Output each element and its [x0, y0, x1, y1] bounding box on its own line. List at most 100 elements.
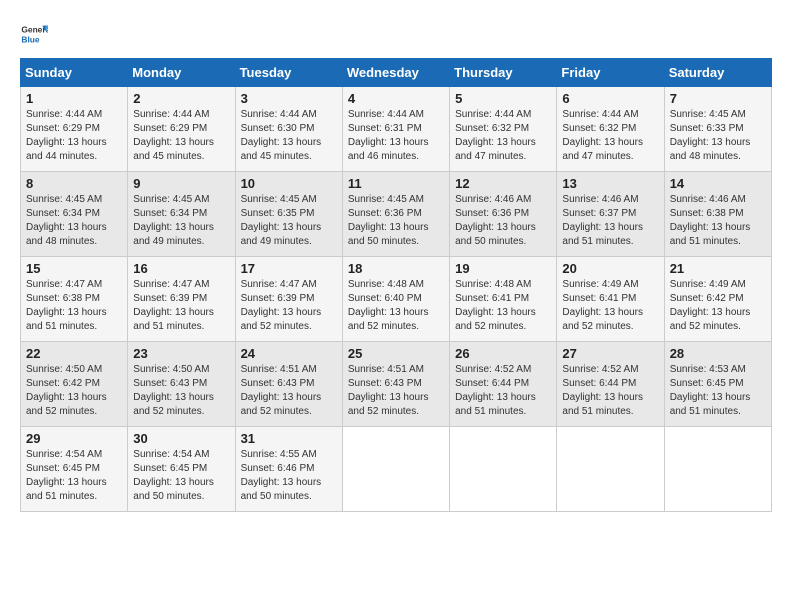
- day-detail: Sunrise: 4:44 AMSunset: 6:31 PMDaylight:…: [348, 108, 444, 164]
- day-detail: Sunrise: 4:46 AMSunset: 6:37 PMDaylight:…: [562, 193, 658, 249]
- week-row-5: 29Sunrise: 4:54 AMSunset: 6:45 PMDayligh…: [21, 427, 772, 512]
- day-detail: Sunrise: 4:51 AMSunset: 6:43 PMDaylight:…: [348, 363, 444, 419]
- day-cell: 6 Sunrise: 4:44 AMSunset: 6:32 PMDaylight…: [557, 87, 664, 172]
- day-cell: 11 Sunrise: 4:45 AMSunset: 6:36 PMDayligh…: [342, 172, 449, 257]
- page-header: General Blue: [20, 20, 772, 48]
- day-cell: 31 Sunrise: 4:55 AMSunset: 6:46 PMDayligh…: [235, 427, 342, 512]
- day-detail: Sunrise: 4:52 AMSunset: 6:44 PMDaylight:…: [562, 363, 658, 419]
- day-number: 11: [348, 176, 444, 191]
- week-row-3: 15 Sunrise: 4:47 AMSunset: 6:38 PMDayligh…: [21, 257, 772, 342]
- day-number: 8: [26, 176, 122, 191]
- day-detail: Sunrise: 4:49 AMSunset: 6:41 PMDaylight:…: [562, 278, 658, 334]
- day-cell: 30 Sunrise: 4:54 AMSunset: 6:45 PMDayligh…: [128, 427, 235, 512]
- day-detail: Sunrise: 4:45 AMSunset: 6:33 PMDaylight:…: [670, 108, 766, 164]
- day-number: 7: [670, 91, 766, 106]
- day-detail: Sunrise: 4:48 AMSunset: 6:41 PMDaylight:…: [455, 278, 551, 334]
- day-cell: 14 Sunrise: 4:46 AMSunset: 6:38 PMDayligh…: [664, 172, 771, 257]
- day-detail: Sunrise: 4:53 AMSunset: 6:45 PMDaylight:…: [670, 363, 766, 419]
- day-number: 18: [348, 261, 444, 276]
- day-cell: 15 Sunrise: 4:47 AMSunset: 6:38 PMDayligh…: [21, 257, 128, 342]
- day-detail: Sunrise: 4:55 AMSunset: 6:46 PMDaylight:…: [241, 448, 337, 504]
- day-detail: Sunrise: 4:49 AMSunset: 6:42 PMDaylight:…: [670, 278, 766, 334]
- day-number: 4: [348, 91, 444, 106]
- day-cell: 23 Sunrise: 4:50 AMSunset: 6:43 PMDayligh…: [128, 342, 235, 427]
- week-row-1: 1Sunrise: 4:44 AMSunset: 6:29 PMDaylight…: [21, 87, 772, 172]
- day-detail: Sunrise: 4:45 AMSunset: 6:34 PMDaylight:…: [26, 193, 122, 249]
- day-detail: Sunrise: 4:54 AMSunset: 6:45 PMDaylight:…: [26, 448, 122, 504]
- day-detail: Sunrise: 4:48 AMSunset: 6:40 PMDaylight:…: [348, 278, 444, 334]
- day-cell: 17 Sunrise: 4:47 AMSunset: 6:39 PMDayligh…: [235, 257, 342, 342]
- header-cell-tuesday: Tuesday: [235, 59, 342, 87]
- day-number: 19: [455, 261, 551, 276]
- day-detail: Sunrise: 4:50 AMSunset: 6:42 PMDaylight:…: [26, 363, 122, 419]
- day-cell: 27 Sunrise: 4:52 AMSunset: 6:44 PMDayligh…: [557, 342, 664, 427]
- day-cell: 1Sunrise: 4:44 AMSunset: 6:29 PMDaylight…: [21, 87, 128, 172]
- day-cell: 4 Sunrise: 4:44 AMSunset: 6:31 PMDaylight…: [342, 87, 449, 172]
- day-cell: 9 Sunrise: 4:45 AMSunset: 6:34 PMDaylight…: [128, 172, 235, 257]
- day-number: 6: [562, 91, 658, 106]
- day-detail: Sunrise: 4:45 AMSunset: 6:34 PMDaylight:…: [133, 193, 229, 249]
- day-number: 20: [562, 261, 658, 276]
- day-number: 22: [26, 346, 122, 361]
- day-cell: [450, 427, 557, 512]
- week-row-4: 22 Sunrise: 4:50 AMSunset: 6:42 PMDayligh…: [21, 342, 772, 427]
- day-detail: Sunrise: 4:45 AMSunset: 6:35 PMDaylight:…: [241, 193, 337, 249]
- day-detail: Sunrise: 4:44 AMSunset: 6:29 PMDaylight:…: [133, 108, 229, 164]
- day-number: 14: [670, 176, 766, 191]
- day-detail: Sunrise: 4:50 AMSunset: 6:43 PMDaylight:…: [133, 363, 229, 419]
- day-number: 25: [348, 346, 444, 361]
- header-row: SundayMondayTuesdayWednesdayThursdayFrid…: [21, 59, 772, 87]
- day-detail: Sunrise: 4:47 AMSunset: 6:39 PMDaylight:…: [133, 278, 229, 334]
- day-number: 21: [670, 261, 766, 276]
- header-cell-sunday: Sunday: [21, 59, 128, 87]
- day-cell: 8 Sunrise: 4:45 AMSunset: 6:34 PMDaylight…: [21, 172, 128, 257]
- day-detail: Sunrise: 4:54 AMSunset: 6:45 PMDaylight:…: [133, 448, 229, 504]
- day-cell: 26Sunrise: 4:52 AMSunset: 6:44 PMDayligh…: [450, 342, 557, 427]
- day-number: 27: [562, 346, 658, 361]
- day-cell: 18 Sunrise: 4:48 AMSunset: 6:40 PMDayligh…: [342, 257, 449, 342]
- day-number: 30: [133, 431, 229, 446]
- header-cell-friday: Friday: [557, 59, 664, 87]
- day-number: 15: [26, 261, 122, 276]
- svg-text:Blue: Blue: [21, 34, 39, 44]
- day-cell: 25 Sunrise: 4:51 AMSunset: 6:43 PMDayligh…: [342, 342, 449, 427]
- header-cell-thursday: Thursday: [450, 59, 557, 87]
- day-cell: [342, 427, 449, 512]
- calendar-table: SundayMondayTuesdayWednesdayThursdayFrid…: [20, 58, 772, 512]
- day-cell: [664, 427, 771, 512]
- day-detail: Sunrise: 4:51 AMSunset: 6:43 PMDaylight:…: [241, 363, 337, 419]
- logo-icon: General Blue: [20, 20, 48, 48]
- day-detail: Sunrise: 4:45 AMSunset: 6:36 PMDaylight:…: [348, 193, 444, 249]
- day-cell: 22 Sunrise: 4:50 AMSunset: 6:42 PMDayligh…: [21, 342, 128, 427]
- day-number: 9: [133, 176, 229, 191]
- day-number: 17: [241, 261, 337, 276]
- day-cell: 12Sunrise: 4:46 AMSunset: 6:36 PMDayligh…: [450, 172, 557, 257]
- day-cell: 5Sunrise: 4:44 AMSunset: 6:32 PMDaylight…: [450, 87, 557, 172]
- day-detail: Sunrise: 4:44 AMSunset: 6:32 PMDaylight:…: [562, 108, 658, 164]
- day-number: 23: [133, 346, 229, 361]
- day-number: 28: [670, 346, 766, 361]
- header-cell-monday: Monday: [128, 59, 235, 87]
- day-cell: 21 Sunrise: 4:49 AMSunset: 6:42 PMDayligh…: [664, 257, 771, 342]
- logo: General Blue: [20, 20, 52, 48]
- day-number: 31: [241, 431, 337, 446]
- day-detail: Sunrise: 4:44 AMSunset: 6:32 PMDaylight:…: [455, 108, 551, 164]
- day-cell: 29Sunrise: 4:54 AMSunset: 6:45 PMDayligh…: [21, 427, 128, 512]
- day-cell: 20 Sunrise: 4:49 AMSunset: 6:41 PMDayligh…: [557, 257, 664, 342]
- day-cell: [557, 427, 664, 512]
- day-cell: 24Sunrise: 4:51 AMSunset: 6:43 PMDayligh…: [235, 342, 342, 427]
- day-cell: 19 Sunrise: 4:48 AMSunset: 6:41 PMDayligh…: [450, 257, 557, 342]
- day-cell: 13Sunrise: 4:46 AMSunset: 6:37 PMDayligh…: [557, 172, 664, 257]
- day-detail: Sunrise: 4:46 AMSunset: 6:38 PMDaylight:…: [670, 193, 766, 249]
- week-row-2: 8 Sunrise: 4:45 AMSunset: 6:34 PMDaylight…: [21, 172, 772, 257]
- day-number: 2: [133, 91, 229, 106]
- header-cell-saturday: Saturday: [664, 59, 771, 87]
- day-cell: 2 Sunrise: 4:44 AMSunset: 6:29 PMDaylight…: [128, 87, 235, 172]
- header-cell-wednesday: Wednesday: [342, 59, 449, 87]
- day-number: 26: [455, 346, 551, 361]
- day-detail: Sunrise: 4:47 AMSunset: 6:39 PMDaylight:…: [241, 278, 337, 334]
- day-cell: 3Sunrise: 4:44 AMSunset: 6:30 PMDaylight…: [235, 87, 342, 172]
- day-cell: 10 Sunrise: 4:45 AMSunset: 6:35 PMDayligh…: [235, 172, 342, 257]
- day-number: 10: [241, 176, 337, 191]
- day-detail: Sunrise: 4:47 AMSunset: 6:38 PMDaylight:…: [26, 278, 122, 334]
